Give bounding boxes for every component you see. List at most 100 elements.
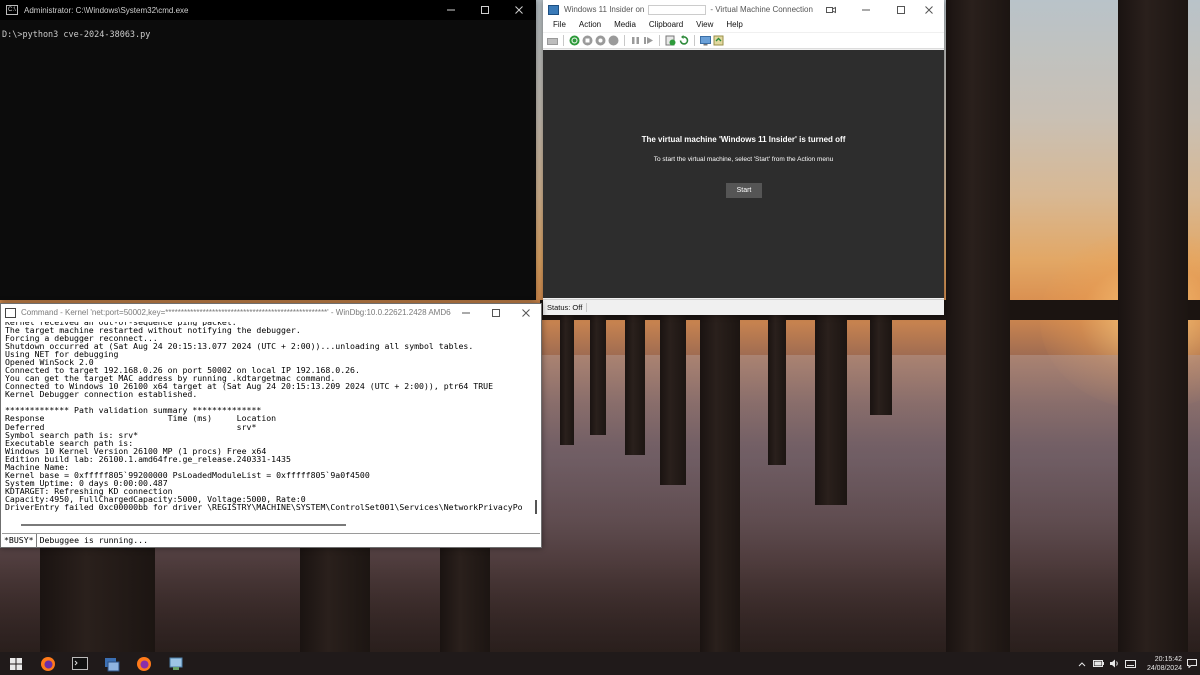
minimize-button[interactable] [451,304,481,321]
share-icon [713,35,724,46]
ctrl-alt-del-button[interactable] [547,35,558,46]
close-button[interactable] [511,304,541,321]
cmd-app-icon: C:\ [6,5,18,15]
pier-pillar [625,315,645,455]
save-icon [608,35,619,46]
enhanced-session-button[interactable] [700,35,711,46]
menu-action[interactable]: Action [574,19,606,32]
input-indicator-button[interactable] [1122,652,1138,675]
enhanced-session-icon [700,36,711,46]
menu-media[interactable]: Media [609,19,641,32]
notification-center-button[interactable] [1184,652,1200,675]
ctrl-alt-del-icon [547,38,558,45]
output-line: Kernel Debugger connection established. [5,389,198,400]
maximize-icon [897,6,905,14]
cmd-window[interactable]: C:\ Administrator: C:\Windows\System32\c… [0,0,536,300]
horizontal-scrollbar[interactable] [21,522,346,527]
reset-icon [644,37,653,44]
busy-indicator: *BUSY* [2,533,37,548]
vm-title-prefix: Windows 11 Insider on [564,5,645,15]
vm-host-name-box [648,5,707,15]
pier-pillar [590,315,606,435]
pier-pillar [440,548,490,652]
hyperv-manager-icon [105,657,120,671]
vm-record-button[interactable] [818,0,844,20]
network-app-icon [169,657,183,670]
start-button[interactable] [0,652,32,675]
reset-button[interactable] [643,35,654,46]
vm-connection-app-icon [548,5,559,15]
vm-display-area[interactable]: The virtual machine 'Windows 11 Insider'… [543,50,944,298]
vm-off-message: The virtual machine 'Windows 11 Insider'… [641,135,846,144]
save-state-button[interactable] [608,35,619,46]
vm-connection-window[interactable]: Windows 11 Insider on - Virtual Machine C… [543,0,944,315]
maximize-button[interactable] [468,0,502,20]
close-button[interactable] [502,0,536,20]
pier-pillar [815,315,847,505]
toolbar-separator [694,35,695,46]
taskbar-terminal[interactable] [64,652,96,675]
show-hidden-icons-button[interactable] [1074,652,1090,675]
command-line: *BUSY* Debuggee is running... [2,533,540,548]
chevron-up-icon [1078,661,1086,666]
windbg-command-window[interactable]: Command - Kernel 'net:port=50002,key=***… [0,303,542,548]
pause-icon [632,37,639,44]
terminal-icon [72,657,88,670]
camera-icon [826,6,836,14]
notification-icon [1187,659,1197,668]
turn-off-button[interactable] [582,35,593,46]
menu-file[interactable]: File [543,19,571,32]
maximize-button[interactable] [481,304,511,321]
vertical-scrollbar[interactable] [533,322,539,518]
maximize-icon [492,308,500,317]
battery-button[interactable] [1090,652,1106,675]
pier-pillar [946,0,1010,652]
minimize-icon [462,312,470,313]
start-icon [569,35,580,46]
clock-time: 20:15:42 [1154,655,1182,663]
start-button[interactable]: Start [726,183,762,198]
minimize-button[interactable] [844,0,888,20]
cmd-titlebar[interactable]: C:\ Administrator: C:\Windows\System32\c… [0,0,536,20]
menu-view[interactable]: View [691,19,718,32]
cmd-console-line[interactable]: D:\>python3 cve-2024-38063.py [2,30,150,40]
vm-titlebar[interactable]: Windows 11 Insider on - Virtual Machine C… [543,0,944,20]
taskbar-firefox[interactable] [32,652,64,675]
shutdown-button[interactable] [595,35,606,46]
command-input[interactable]: Debuggee is running... [37,534,540,547]
pause-button[interactable] [630,35,641,46]
menu-clipboard[interactable]: Clipboard [644,19,688,32]
menu-help[interactable]: Help [721,19,747,32]
taskbar-network-app[interactable] [160,652,192,675]
scrollbar-thumb[interactable] [21,524,346,526]
pier-pillar [700,315,740,652]
close-button[interactable] [914,0,944,20]
windbg-window-title: Command - Kernel 'net:port=50002,key=***… [21,308,451,317]
windbg-app-icon [5,307,16,318]
vm-start-hint: To start the virtual machine, select 'St… [653,156,834,163]
share-button[interactable] [713,35,724,46]
taskbar-firefox-2[interactable] [128,652,160,675]
windbg-titlebar[interactable]: Command - Kernel 'net:port=50002,key=***… [1,304,541,321]
maximize-icon [481,6,489,14]
vm-window-title: Windows 11 Insider on - Virtual Machine C… [564,5,818,15]
toolbar-separator [563,35,564,46]
taskbar-hyperv-manager[interactable] [96,652,128,675]
revert-button[interactable] [678,35,689,46]
shutdown-icon [595,35,606,46]
volume-button[interactable] [1106,652,1122,675]
turn-off-icon [582,35,593,46]
revert-icon [679,35,689,45]
checkpoint-button[interactable] [665,35,676,46]
scrollbar-thumb[interactable] [535,500,537,514]
minimize-button[interactable] [434,0,468,20]
output-line: Edition build lab: 26100.1.amd64fre.ge_r… [5,453,291,464]
debugger-output[interactable]: Kernel received an out-of-sequence ping … [2,321,534,521]
maximize-button[interactable] [888,0,914,20]
start-vm-button[interactable] [569,35,580,46]
taskbar-clock[interactable]: 20:15:42 24/08/2024 [1146,655,1182,673]
vm-title-suffix: - Virtual Machine Connection [710,5,813,15]
system-tray: 20:15:42 24/08/2024 [1074,652,1200,675]
pier-pillar [768,315,786,465]
pier-pillar [560,315,574,445]
